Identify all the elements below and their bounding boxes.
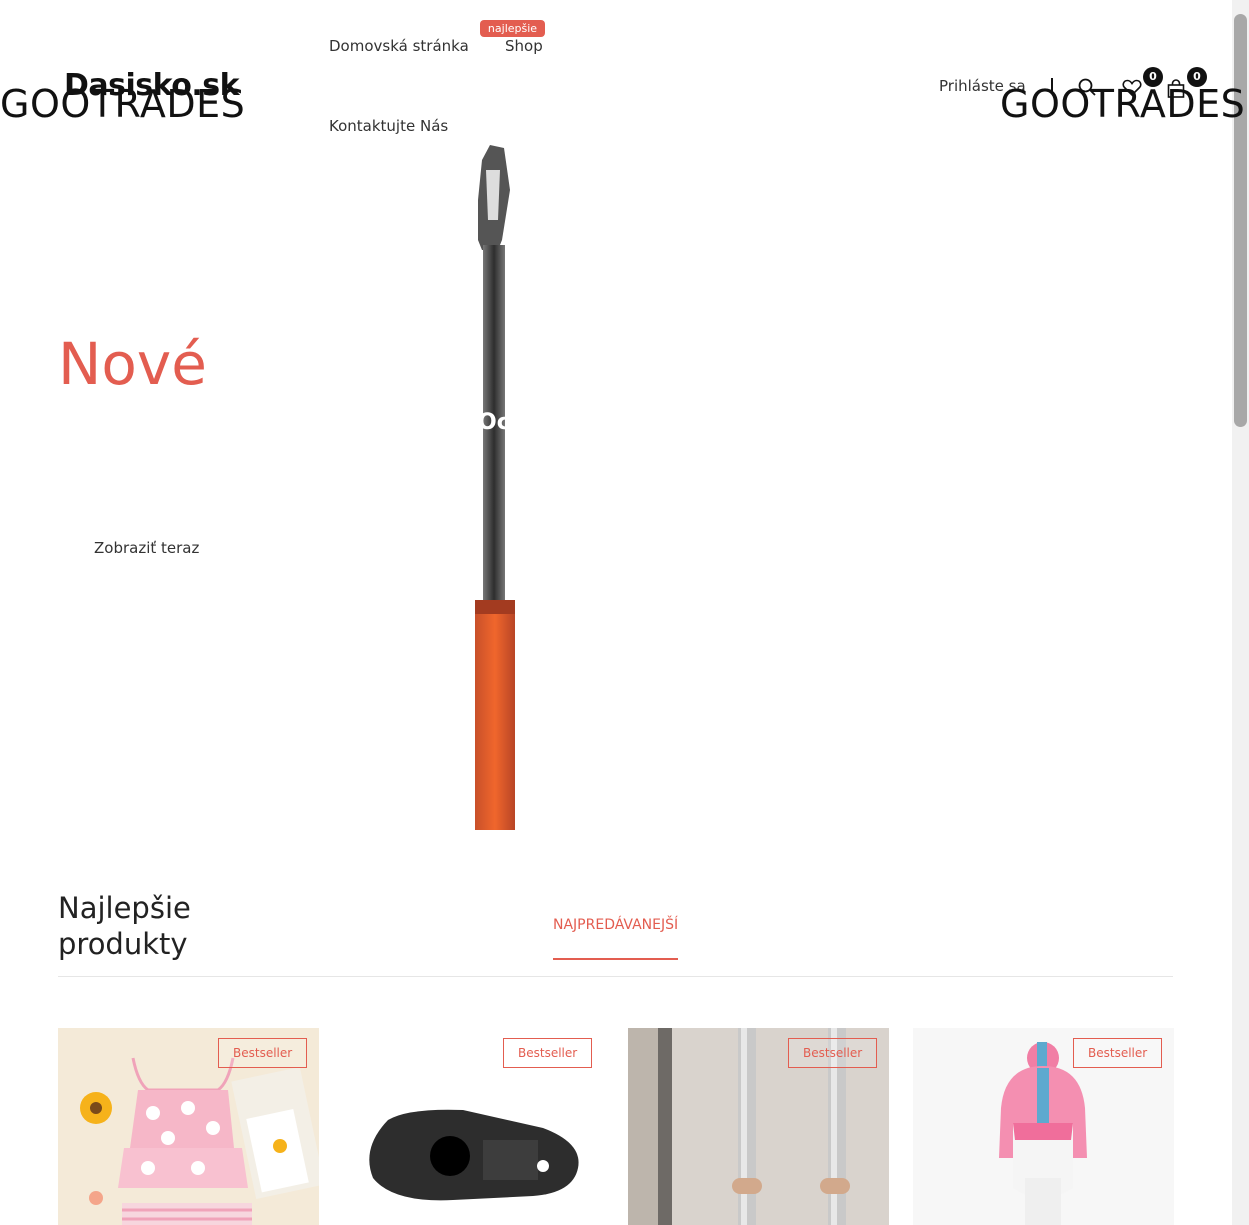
product-card[interactable]: Bestseller [58,1028,319,1225]
shop-badge: najlepšie [480,20,545,37]
bestseller-badge: Bestseller [503,1038,593,1068]
hero-title: Nové [58,330,207,398]
product-card[interactable]: Bestseller [913,1028,1174,1225]
bestseller-badge: Bestseller [788,1038,878,1068]
scrollbar-thumb[interactable] [1234,14,1247,427]
tab-underline [553,958,678,960]
bestseller-badge: Bestseller [218,1038,308,1068]
hero-cta-button[interactable]: Zobraziť teraz [94,539,199,557]
overlay-logo-left: GOOTRADES [0,82,246,126]
nav-home[interactable]: Domovská stránka [329,37,469,55]
product-card[interactable]: Bestseller [628,1028,889,1225]
nav-shop[interactable]: Shop [505,37,543,55]
section-divider [58,976,1173,977]
bestseller-badge: Bestseller [1073,1038,1163,1068]
section-title: Najlepšie produkty [58,891,191,961]
product-card[interactable]: Bestseller [343,1028,604,1225]
hero-product-image [420,130,540,830]
overlay-logo-right: GOOTRADES [1000,82,1246,126]
tab-bestsellers[interactable]: NAJPREDÁVANEJŠÍ [553,917,678,933]
hero-subtitle: Oc [478,410,510,435]
